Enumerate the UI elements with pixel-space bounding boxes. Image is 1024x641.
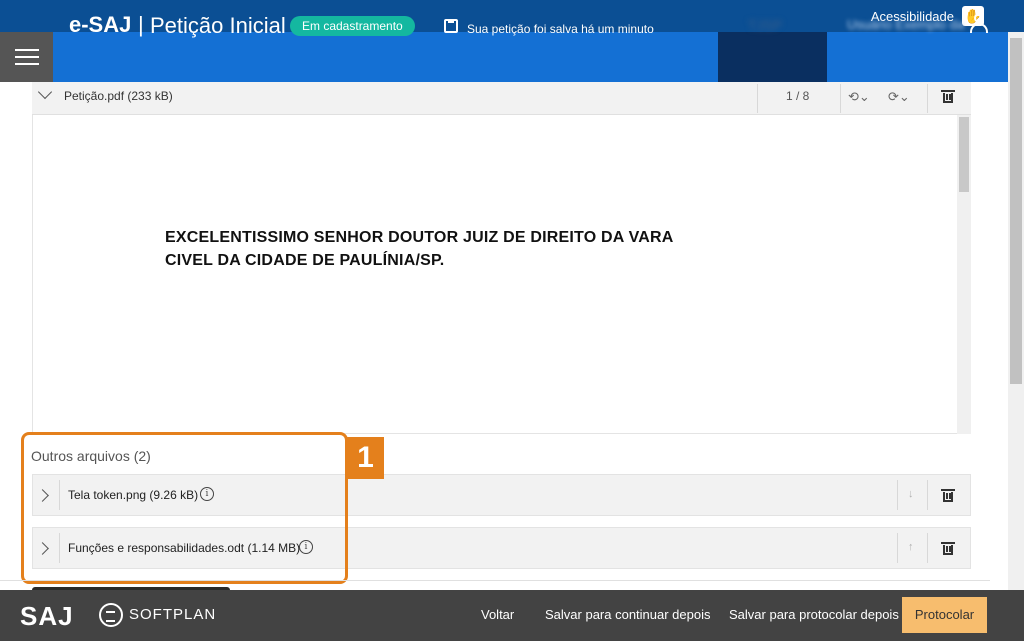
user-icon[interactable] xyxy=(970,13,988,33)
save-icon xyxy=(444,19,458,33)
divider xyxy=(927,533,928,563)
protocol-button[interactable]: Protocolar xyxy=(902,597,987,633)
page-scrollbar-thumb[interactable] xyxy=(1010,38,1022,384)
softplan-logo: SOFTPLAN xyxy=(129,606,217,623)
user-menu[interactable] xyxy=(827,32,997,82)
arrow-up-icon[interactable]: ↑ xyxy=(908,541,914,553)
saj-logo: SAJ xyxy=(20,601,74,631)
softplan-logo-icon xyxy=(99,603,123,627)
divider xyxy=(0,580,990,581)
divider xyxy=(897,480,898,510)
annotation-highlight-box xyxy=(21,432,348,584)
user-name: Usuário Exemplo da xyxy=(847,17,965,32)
save-status: Sua petição foi salva há um minuto xyxy=(467,22,654,36)
page-counter: 1 / 8 xyxy=(786,89,810,103)
arrow-down-icon[interactable]: ↓ xyxy=(908,488,914,500)
divider xyxy=(927,84,928,113)
hamburger-menu-button[interactable] xyxy=(0,32,53,82)
save-continue-button[interactable]: Salvar para continuar depois xyxy=(545,607,711,622)
rotate-right-icon[interactable]: ⟳⌄ xyxy=(888,89,910,105)
app-header xyxy=(0,32,1024,82)
divider xyxy=(840,84,841,113)
court-selector[interactable] xyxy=(718,32,827,82)
save-protocol-later-button[interactable]: Salvar para protocolar depois xyxy=(729,607,899,622)
pdf-viewer[interactable] xyxy=(32,115,971,434)
annotation-number: 1 xyxy=(347,437,384,479)
pdf-panel-header xyxy=(32,82,971,115)
pdf-scrollbar-thumb[interactable] xyxy=(959,117,969,192)
divider xyxy=(757,84,758,113)
trash-icon[interactable] xyxy=(941,489,955,502)
back-button[interactable]: Voltar xyxy=(481,607,514,622)
trash-icon[interactable] xyxy=(941,542,955,555)
court-label: TJSP xyxy=(748,17,783,33)
pdf-text-line: EXCELENTISSIMO SENHOR DOUTOR JUIZ DE DIR… xyxy=(165,229,674,246)
pdf-text-line: CIVEL DA CIDADE DE PAULÍNIA/SP. xyxy=(165,252,445,269)
rotate-left-icon[interactable]: ⟲⌄ xyxy=(848,89,870,105)
page-title: Petição Inicial xyxy=(150,13,286,38)
trash-icon[interactable] xyxy=(941,90,955,103)
status-badge: Em cadastramento xyxy=(290,16,415,36)
brand-logo[interactable]: e-SAJ xyxy=(69,12,131,38)
divider xyxy=(897,533,898,563)
brand-separator: | xyxy=(138,12,144,37)
divider xyxy=(927,480,928,510)
pdf-file-title: Petição.pdf (233 kB) xyxy=(64,89,173,103)
